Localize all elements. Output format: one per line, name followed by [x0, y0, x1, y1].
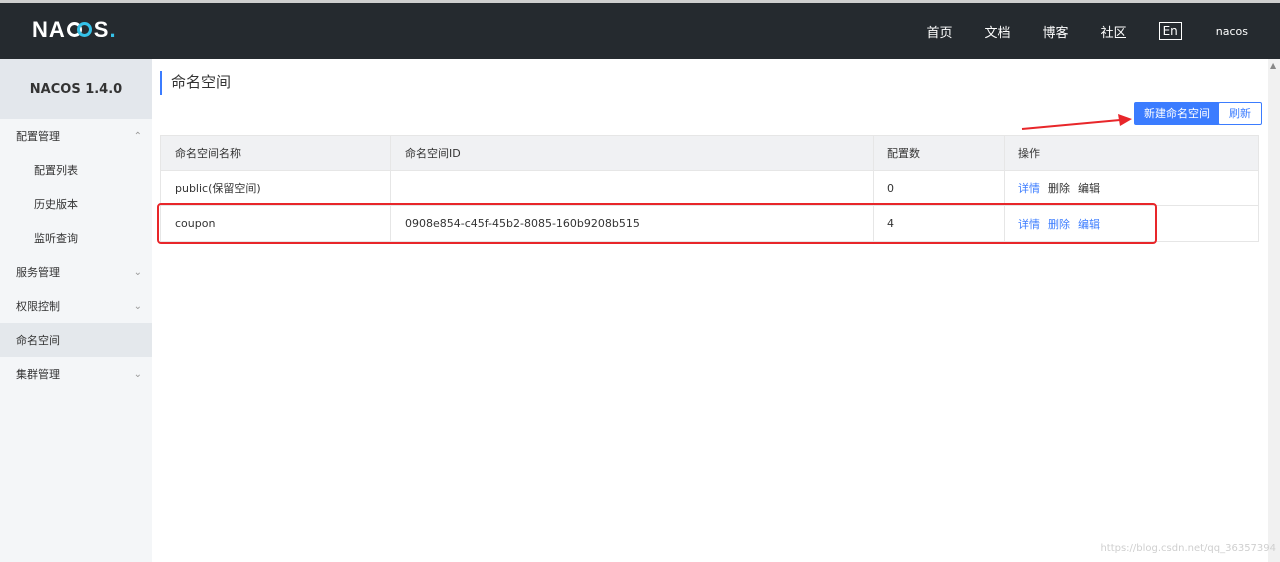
sidebar-item-namespace[interactable]: 命名空间 — [0, 323, 152, 357]
annotation-arrow-icon — [1021, 114, 1132, 130]
refresh-button[interactable]: 刷新 — [1218, 102, 1262, 125]
cell-id — [391, 171, 874, 205]
new-namespace-button[interactable]: 新建命名空间 — [1134, 102, 1220, 125]
page-title: 命名空间 — [160, 71, 231, 95]
sidebar-item-label: 服务管理 — [16, 266, 60, 279]
nav-blog[interactable]: 博客 — [1043, 22, 1069, 41]
table-row: public(保留空间) 0 详情 删除 编辑 — [161, 171, 1258, 206]
top-bar: NA S. 首页 文档 博客 社区 En nacos — [0, 0, 1280, 59]
watermark: https://blog.csdn.net/qq_36357394 — [1100, 543, 1276, 554]
sidebar-item-config-list[interactable]: 配置列表 — [0, 153, 152, 187]
column-header-count: 配置数 — [874, 136, 1005, 170]
chevron-down-icon: ⌄ — [133, 300, 142, 312]
table-header: 命名空间名称 命名空间ID 配置数 操作 — [161, 136, 1258, 171]
details-link[interactable]: 详情 — [1018, 180, 1040, 196]
sidebar-item-access-control[interactable]: 权限控制 ⌄ — [0, 289, 152, 323]
sidebar-item-history[interactable]: 历史版本 — [0, 187, 152, 221]
main-content: 命名空间 新建命名空间 刷新 命名空间名称 命名空间ID 配置数 操作 publ… — [152, 59, 1268, 562]
sidebar-title: NACOS 1.4.0 — [0, 59, 152, 119]
top-nav: 首页 文档 博客 社区 En nacos — [927, 3, 1280, 59]
nav-community[interactable]: 社区 — [1101, 22, 1127, 41]
chevron-down-icon: ⌄ — [133, 266, 142, 278]
chevron-down-icon: ⌄ — [133, 368, 142, 380]
vertical-scrollbar[interactable]: ▲ — [1268, 59, 1280, 562]
sidebar-item-listener-query[interactable]: 监听查询 — [0, 221, 152, 255]
sidebar-item-cluster-management[interactable]: 集群管理 ⌄ — [0, 357, 152, 391]
delete-link[interactable]: 删除 — [1048, 180, 1070, 196]
sidebar-item-label: 权限控制 — [16, 300, 60, 313]
cell-count: 0 — [874, 171, 1005, 205]
sidebar-item-label: 监听查询 — [34, 232, 78, 245]
cell-actions: 详情 删除 编辑 — [1005, 171, 1258, 205]
column-header-actions: 操作 — [1018, 147, 1040, 160]
sidebar-item-label: 集群管理 — [16, 368, 60, 381]
annotation-highlight-box — [157, 203, 1157, 244]
nav-docs[interactable]: 文档 — [985, 22, 1011, 41]
language-switch-button[interactable]: En — [1158, 22, 1182, 40]
user-name[interactable]: nacos — [1216, 25, 1248, 38]
sidebar-item-label: 命名空间 — [16, 334, 60, 347]
sidebar-item-label: 配置列表 — [34, 164, 78, 177]
sidebar-item-label: 配置管理 — [16, 130, 60, 143]
nav-home[interactable]: 首页 — [927, 22, 953, 41]
edit-link[interactable]: 编辑 — [1078, 180, 1100, 196]
sidebar-item-label: 历史版本 — [34, 198, 78, 211]
cell-name: public(保留空间) — [161, 171, 391, 205]
sidebar-item-config-management[interactable]: 配置管理 ⌃ — [0, 119, 152, 153]
chevron-up-icon: ⌃ — [133, 130, 142, 142]
sidebar-item-service-management[interactable]: 服务管理 ⌄ — [0, 255, 152, 289]
nacos-logo[interactable]: NA S. — [32, 17, 117, 43]
column-header-id: 命名空间ID — [391, 136, 874, 170]
sidebar: NACOS 1.4.0 配置管理 ⌃ 配置列表 历史版本 监听查询 服务管理 ⌄… — [0, 59, 152, 562]
column-header-name: 命名空间名称 — [161, 136, 391, 170]
scroll-up-arrow-icon[interactable]: ▲ — [1270, 61, 1276, 70]
